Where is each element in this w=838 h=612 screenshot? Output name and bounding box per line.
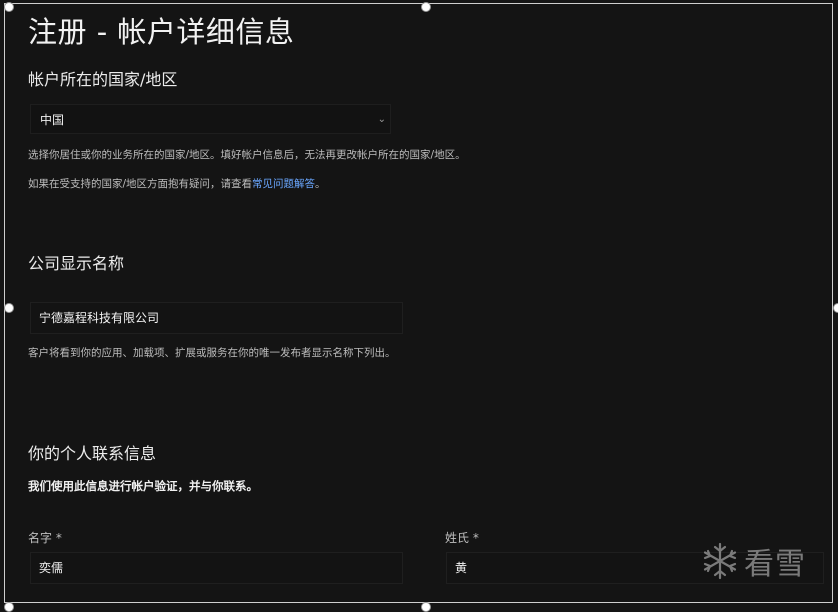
contact-note: 我们使用此信息进行帐户验证，并与你联系。 xyxy=(28,479,258,493)
country-select-value: 中国 xyxy=(40,113,65,127)
company-help-text: 客户将看到你的应用、加载项、扩展或服务在你的唯一发布者显示名称下列出。 xyxy=(28,347,396,359)
selection-frame: 注册 - 帐户详细信息 帐户所在的国家/地区 中国 ⌄ 选择你居住或你的业务所在… xyxy=(4,2,838,612)
chevron-down-icon: ⌄ xyxy=(377,114,386,125)
resize-handle-top-left[interactable] xyxy=(4,2,14,12)
faq-prefix: 如果在受支持的国家/地区方面抱有疑问，请查看 xyxy=(28,178,253,190)
resize-handle-bottom-middle[interactable] xyxy=(421,602,431,612)
faq-suffix: 。 xyxy=(315,178,326,190)
resize-handle-middle-left[interactable] xyxy=(4,303,14,313)
resize-handle-middle-right[interactable] xyxy=(833,303,838,313)
country-faq-text: 如果在受支持的国家/地区方面抱有疑问，请查看常见问题解答。 xyxy=(28,176,326,191)
contact-heading: 你的个人联系信息 xyxy=(28,444,157,463)
watermark: 看雪 xyxy=(700,539,806,583)
resize-handle-top-middle[interactable] xyxy=(421,2,431,12)
watermark-text: 看雪 xyxy=(744,547,806,582)
resize-handle-bottom-left[interactable] xyxy=(4,602,14,612)
page-title: 注册 - 帐户详细信息 xyxy=(28,15,295,49)
country-help-text: 选择你居住或你的业务所在的国家/地区。填好帐户信息后，无法再更改帐户所在的国家/… xyxy=(28,149,466,161)
country-select[interactable]: 中国 ⌄ xyxy=(30,104,391,134)
first-name-label: 名字 * xyxy=(28,531,62,545)
country-heading: 帐户所在的国家/地区 xyxy=(28,70,178,89)
company-name-input[interactable]: 宁德嘉程科技有限公司 xyxy=(30,302,403,334)
last-name-label: 姓氏 * xyxy=(445,531,479,545)
company-heading: 公司显示名称 xyxy=(28,254,125,273)
faq-link[interactable]: 常见问题解答 xyxy=(252,178,315,190)
first-name-input[interactable]: 奕儒 xyxy=(30,552,403,584)
snowflake-icon xyxy=(703,542,737,580)
